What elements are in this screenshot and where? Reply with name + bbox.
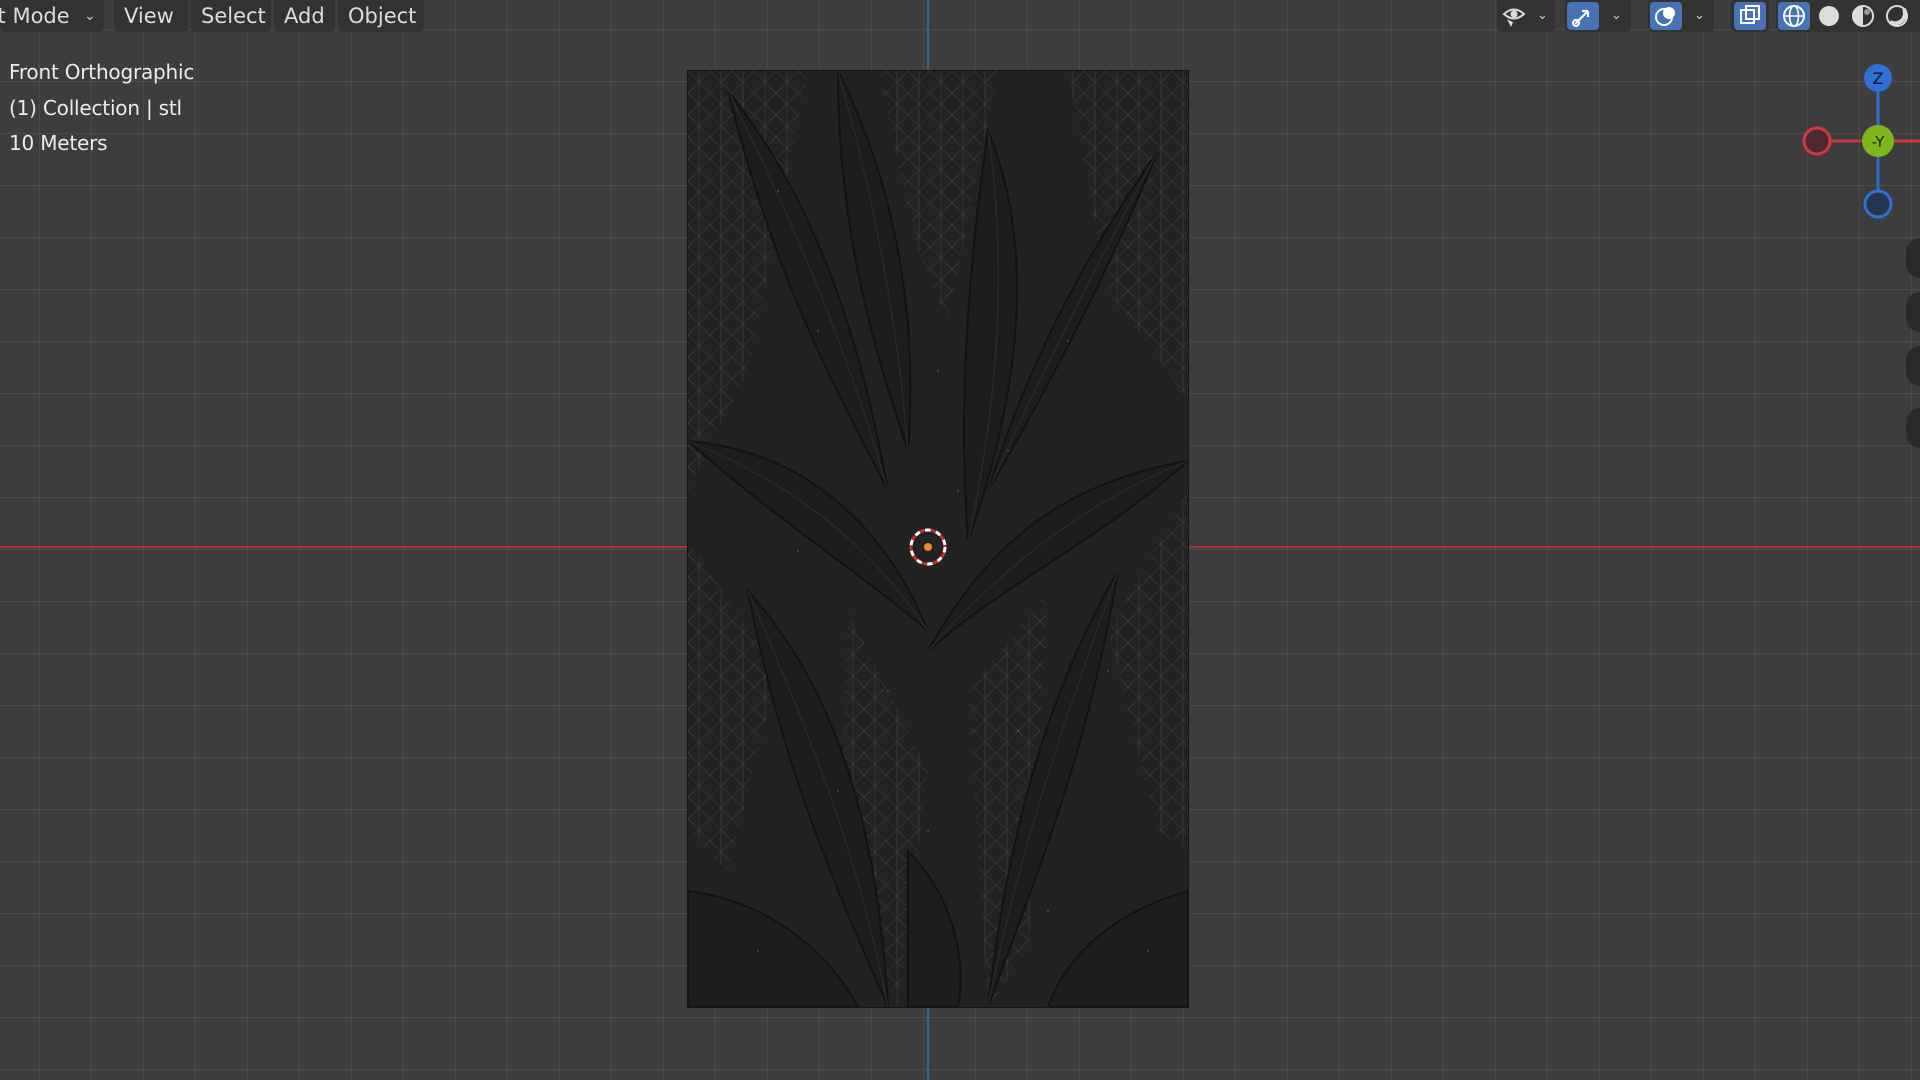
xray-toggle-icon (1740, 5, 1760, 24)
perspective-toggle-button[interactable] (1906, 408, 1920, 448)
view-menu[interactable]: View (114, 0, 188, 32)
view-name-label: Front Orthographic (9, 60, 195, 84)
mode-label: ct Mode (0, 4, 70, 28)
3d-viewport[interactable] (0, 0, 1920, 1080)
gizmo-neg-z-handle[interactable] (1863, 189, 1893, 219)
object-menu[interactable]: Object (338, 0, 424, 32)
pan-button[interactable] (1906, 292, 1920, 332)
viewport-header: ct Mode ⌄ View Select Add Object ⌄ ⌄ ⌄ (0, 0, 1920, 32)
collection-label: (1) Collection | stl (9, 96, 182, 120)
visibility-eye-icon (1502, 8, 1526, 27)
object-origin-cursor[interactable] (905, 524, 951, 570)
gizmo-dropdown[interactable]: ⌄ (1565, 0, 1631, 32)
chevron-down-icon: ⌄ (1694, 8, 1705, 23)
gizmo-y-label: -Y (1872, 133, 1886, 151)
select-menu[interactable]: Select (191, 0, 271, 32)
solid-shading-icon[interactable] (1816, 3, 1842, 29)
gizmo-z-label: Z (1873, 69, 1884, 88)
zoom-button[interactable] (1906, 238, 1920, 278)
material-preview-icon[interactable] (1850, 3, 1876, 29)
gizmo-neg-x-handle[interactable] (1802, 126, 1832, 156)
wireframe-shading-icon[interactable] (1781, 3, 1807, 29)
grid-scale-label: 10 Meters (9, 131, 108, 155)
overlays-dropdown[interactable]: ⌄ (1648, 0, 1714, 32)
xray-toggle[interactable] (1731, 0, 1769, 32)
navigation-gizmo[interactable]: Z -Y (1790, 56, 1920, 226)
rendered-shading-icon[interactable] (1884, 3, 1910, 29)
overlays-icon (1655, 7, 1675, 26)
shading-mode-group (1776, 0, 1920, 32)
visibility-dropdown[interactable]: ⌄ (1497, 0, 1555, 32)
camera-view-button[interactable] (1906, 346, 1920, 386)
mode-dropdown[interactable]: ct Mode ⌄ (0, 0, 104, 32)
add-menu[interactable]: Add (274, 0, 335, 32)
chevron-down-icon: ⌄ (1611, 8, 1622, 23)
gizmo-toggle-icon (1572, 9, 1590, 27)
chevron-down-icon: ⌄ (1537, 8, 1548, 23)
